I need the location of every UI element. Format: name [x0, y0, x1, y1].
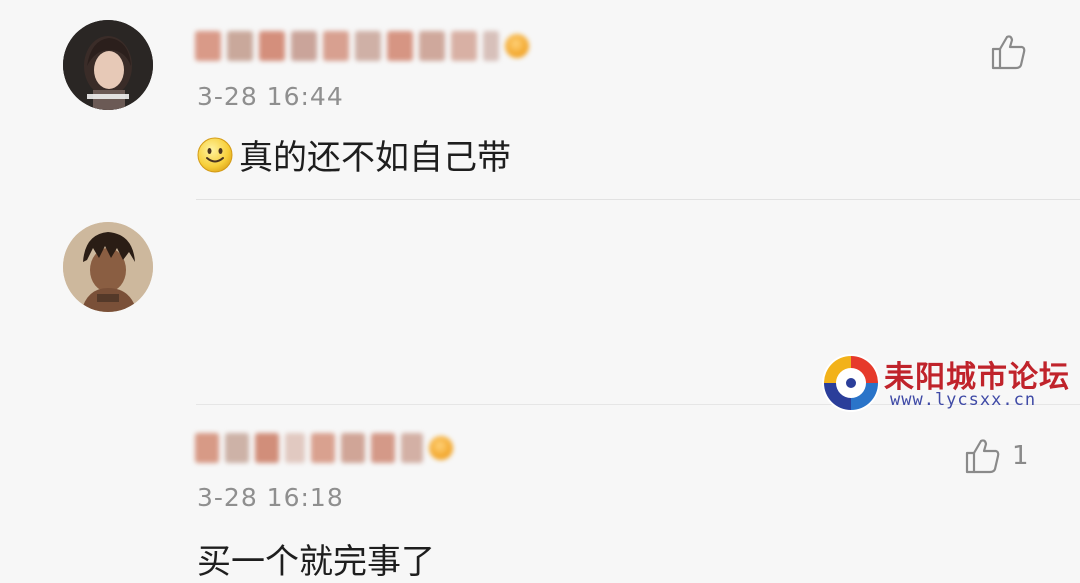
comment-text: 真的还不如自己带: [239, 138, 511, 178]
verified-badge-icon: [505, 34, 529, 58]
avatar[interactable]: [63, 20, 153, 110]
like-button[interactable]: [988, 32, 1028, 72]
avatar-image: [63, 20, 153, 110]
avatar[interactable]: [63, 222, 153, 312]
username-blurred[interactable]: [195, 26, 529, 66]
comment-text: 买一个就完事了: [197, 542, 435, 582]
comment-text-row: 买一个就完事了: [197, 534, 435, 583]
verified-badge-icon: [429, 436, 453, 460]
like-count: 1: [1012, 441, 1029, 471]
thumbs-up-icon: [991, 35, 1026, 70]
comment-item: 3-28 16:44 真的还不如自己带: [0, 0, 1080, 200]
smile-emoji-icon: [197, 137, 233, 172]
watermark-url: www.lycsxx.cn: [890, 390, 1037, 410]
like-button[interactable]: 1: [962, 436, 1029, 476]
comment-time: 3-28 16:18: [197, 483, 344, 512]
username-blurred[interactable]: [195, 428, 453, 468]
comment-text-row: 真的还不如自己带: [197, 130, 511, 179]
comment-time: 3-28 16:44: [197, 82, 344, 111]
forum-logo-icon: [822, 354, 880, 412]
thumbs-up-icon: [965, 439, 1000, 474]
avatar-image: [63, 222, 153, 312]
forum-watermark: 耒阳城市论坛 www.lycsxx.cn: [820, 350, 1075, 416]
